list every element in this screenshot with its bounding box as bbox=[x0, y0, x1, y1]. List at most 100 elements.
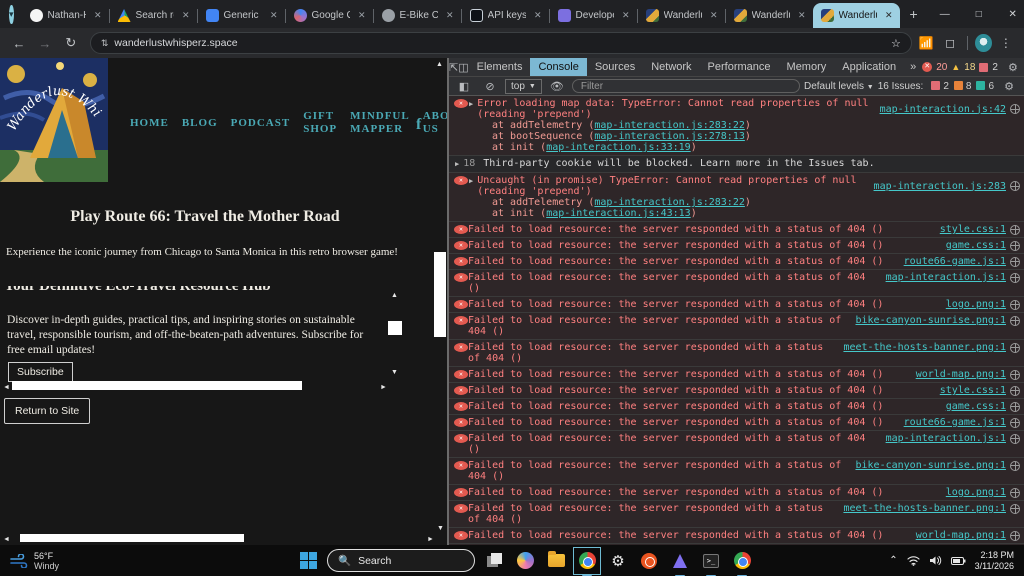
terminal-icon[interactable]: >_ bbox=[699, 549, 723, 573]
devtools-tab-performance[interactable]: Performance bbox=[700, 58, 779, 76]
volume-icon[interactable] bbox=[929, 555, 942, 566]
tab-close-icon[interactable]: ✕ bbox=[91, 9, 105, 22]
forward-button[interactable]: → bbox=[34, 36, 56, 51]
chrome-taskbar-icon-active[interactable] bbox=[575, 549, 599, 573]
close-window-button[interactable]: ✕ bbox=[996, 0, 1024, 28]
devtools-tab-elements[interactable]: Elements bbox=[469, 58, 531, 76]
error-count[interactable]: 20 bbox=[936, 62, 947, 73]
devtools-tab-sources[interactable]: Sources bbox=[587, 58, 643, 76]
console-settings-gear-icon[interactable]: ⚙ bbox=[998, 80, 1020, 93]
source-link[interactable]: game.css:1 bbox=[946, 240, 1006, 251]
more-tabs-icon[interactable]: » bbox=[904, 61, 922, 73]
browser-tab[interactable]: Google Ge✕ bbox=[286, 3, 373, 28]
profile-avatar[interactable] bbox=[975, 34, 992, 52]
inspect-element-icon[interactable]: ⇱ bbox=[449, 61, 458, 74]
device-toolbar-icon[interactable]: ◫ bbox=[458, 61, 468, 74]
nav-link-mindful-mapper[interactable]: MINDFUL MAPPER bbox=[350, 110, 410, 136]
mini-scroll-up-arrow[interactable]: ▲ bbox=[391, 291, 398, 299]
nav-link-about-us[interactable]: ABOUT US bbox=[423, 110, 447, 136]
mini-scrollbar-thumb[interactable] bbox=[388, 321, 402, 335]
nav-link-gift-shop[interactable]: GIFT SHOP bbox=[303, 110, 337, 136]
expand-triangle-icon[interactable]: ▶ bbox=[469, 99, 473, 120]
clear-console-icon[interactable]: ⊘ bbox=[479, 80, 501, 93]
issues-count[interactable]: 2 bbox=[992, 62, 998, 73]
browser-tab[interactable]: Wanderlus✕ bbox=[638, 3, 725, 28]
stack-source-link[interactable]: map-interaction.js:283:22 bbox=[594, 197, 745, 208]
mini-scroll-down-arrow[interactable]: ▼ bbox=[391, 368, 398, 376]
source-link[interactable]: logo.png:1 bbox=[946, 487, 1006, 498]
tab-close-icon[interactable]: ✕ bbox=[795, 9, 809, 22]
inner-horizontal-scrollbar[interactable] bbox=[12, 381, 302, 390]
extensions-puzzle-icon[interactable]: ◻ bbox=[940, 36, 960, 50]
file-explorer-icon[interactable] bbox=[544, 549, 568, 573]
stack-source-link[interactable]: map-interaction.js:278:13 bbox=[594, 131, 745, 142]
browser-tab[interactable]: API keys |✕ bbox=[462, 3, 549, 28]
copilot-icon[interactable] bbox=[513, 549, 537, 573]
back-button[interactable]: ← bbox=[8, 36, 30, 51]
horizontal-scrollbar-thumb[interactable] bbox=[20, 534, 244, 542]
source-link[interactable]: map-interaction.js:1 bbox=[886, 433, 1006, 444]
browser-tab[interactable]: Developers✕ bbox=[550, 3, 637, 28]
facebook-icon[interactable]: f bbox=[416, 116, 421, 134]
browser-tab[interactable]: Search res✕ bbox=[110, 3, 197, 28]
source-link[interactable]: meet-the-hosts-banner.png:1 bbox=[843, 503, 1006, 514]
stack-source-link[interactable]: map-interaction.js:33:19 bbox=[546, 142, 691, 153]
nav-link-podcast[interactable]: PODCAST bbox=[231, 117, 291, 130]
tab-close-icon[interactable]: ✕ bbox=[443, 9, 457, 22]
new-tab-button[interactable]: + bbox=[900, 6, 928, 22]
tab-search-button[interactable]: ▾ bbox=[9, 5, 14, 24]
subscribe-button[interactable]: Subscribe bbox=[8, 362, 73, 382]
arc-app-icon[interactable] bbox=[668, 549, 692, 573]
reload-button[interactable]: ↻ bbox=[60, 35, 82, 51]
source-link[interactable]: world-map.png:1 bbox=[916, 530, 1006, 541]
source-link[interactable]: route66-game.js:1 bbox=[904, 256, 1006, 267]
site-settings-icon[interactable]: ⇅ bbox=[101, 38, 108, 49]
settings-gear-icon[interactable]: ⚙ bbox=[606, 549, 630, 573]
stack-source-link[interactable]: map-interaction.js:283:22 bbox=[594, 120, 745, 131]
source-link[interactable]: logo.png:1 bbox=[946, 299, 1006, 310]
tab-close-icon[interactable]: ✕ bbox=[531, 9, 545, 22]
vertical-scrollbar-thumb[interactable] bbox=[434, 252, 446, 337]
tab-close-icon[interactable]: ✕ bbox=[179, 9, 193, 22]
address-bar[interactable]: ⇅ wanderlustwhisperz.space ☆ bbox=[90, 32, 912, 54]
source-link[interactable]: game.css:1 bbox=[946, 401, 1006, 412]
source-link[interactable]: style.css:1 bbox=[940, 385, 1006, 396]
nav-link-home[interactable]: HOME bbox=[130, 117, 169, 130]
pane-scroll-left-arrow[interactable]: ◄ bbox=[3, 535, 10, 543]
devtools-tab-network[interactable]: Network bbox=[643, 58, 699, 76]
taskbar-search[interactable]: 🔍 Search bbox=[327, 549, 475, 572]
clock[interactable]: 2:18 PM 3/11/2026 bbox=[975, 550, 1014, 572]
issues-summary[interactable]: 16 Issues: 286 bbox=[878, 81, 994, 92]
task-view-button[interactable] bbox=[482, 549, 506, 573]
source-link[interactable]: style.css:1 bbox=[940, 224, 1006, 235]
source-link[interactable]: bike-canyon-sunrise.png:1 bbox=[855, 315, 1006, 326]
devtools-settings-gear-icon[interactable]: ⚙ bbox=[1002, 61, 1024, 74]
expand-triangle-icon[interactable]: ▶ bbox=[455, 159, 459, 170]
warning-count[interactable]: 18 bbox=[964, 62, 975, 73]
tray-chevron-icon[interactable]: ⌃ bbox=[889, 555, 897, 566]
start-button[interactable] bbox=[296, 549, 320, 573]
tab-close-icon[interactable]: ✕ bbox=[882, 9, 896, 22]
log-levels-dropdown[interactable]: Default levels ▼ bbox=[804, 81, 874, 92]
source-link[interactable]: meet-the-hosts-banner.png:1 bbox=[843, 342, 1006, 353]
console-context-selector[interactable]: top▼ bbox=[505, 79, 542, 94]
source-link[interactable]: map-interaction.js:283 bbox=[874, 181, 1006, 192]
nav-link-blog[interactable]: BLOG bbox=[182, 117, 218, 130]
battery-icon[interactable] bbox=[951, 556, 966, 566]
devtools-tab-memory[interactable]: Memory bbox=[779, 58, 835, 76]
wifi-icon[interactable] bbox=[907, 555, 920, 566]
browser-tab[interactable]: Wanderlus✕ bbox=[726, 3, 813, 28]
scroll-right-arrow[interactable]: ► bbox=[380, 383, 387, 391]
site-logo-image[interactable]: Wanderlust Whisperz bbox=[0, 58, 108, 182]
browser-tab[interactable]: E-Bike Con✕ bbox=[374, 3, 461, 28]
chrome-taskbar-icon-2[interactable] bbox=[730, 549, 754, 573]
browser-tab[interactable]: Wanderlus✕ bbox=[813, 3, 900, 28]
devtools-tab-console[interactable]: Console bbox=[530, 58, 586, 76]
source-link[interactable]: route66-game.js:1 bbox=[904, 417, 1006, 428]
pane-scroll-right-arrow[interactable]: ► bbox=[427, 535, 434, 543]
tab-close-icon[interactable]: ✕ bbox=[355, 9, 369, 22]
tab-close-icon[interactable]: ✕ bbox=[707, 9, 721, 22]
tab-close-icon[interactable]: ✕ bbox=[619, 9, 633, 22]
ubuntu-icon[interactable] bbox=[637, 549, 661, 573]
stack-source-link[interactable]: map-interaction.js:43:13 bbox=[546, 208, 691, 219]
